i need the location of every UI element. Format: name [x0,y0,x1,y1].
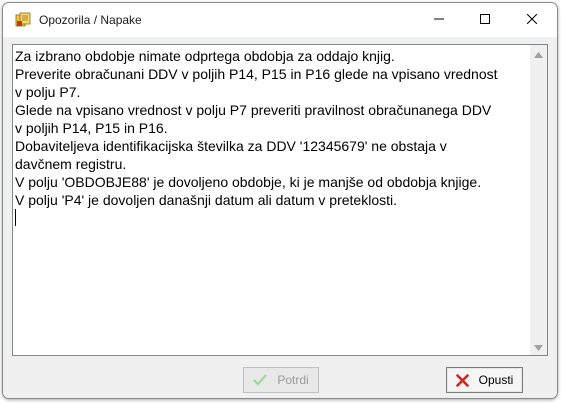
maximize-button[interactable] [462,3,508,37]
vertical-scrollbar[interactable] [530,45,547,355]
cancel-button-label: Opusti [478,373,514,387]
dialog-window: Opozorila / Napake Za izbrano obdobje ni… [2,2,558,399]
confirm-button-label: Potrdi [277,373,309,387]
scroll-up-arrow-icon [534,45,543,63]
title-bar[interactable]: Opozorila / Napake [3,3,557,37]
message-line: Za izbrano obdobje nimate odprtega obdob… [15,48,395,64]
close-button[interactable] [509,3,555,37]
text-caret [15,209,16,226]
message-line: v poljih P14, P15 in P16. [15,120,168,136]
cancel-button[interactable]: Opusti [446,367,523,393]
checkmark-icon [253,374,268,386]
scroll-up-button[interactable] [530,45,547,62]
window-title: Opozorila / Napake [39,13,142,27]
message-line: V polju 'OBDOBJE88' je dovoljeno obdobje… [15,174,482,190]
text-caret-line [15,209,527,227]
message-line: Dobaviteljeva identifikacijska številka … [15,138,447,154]
dialog-content: Za izbrano obdobje nimate odprtega obdob… [3,37,557,398]
minimize-icon [434,11,444,29]
close-icon [526,11,538,29]
app-icon [15,12,31,28]
scroll-down-button[interactable] [530,338,547,355]
message-line: Glede na vpisano vrednost v polju P7 pre… [15,102,492,118]
x-icon [455,373,469,387]
maximize-icon [480,11,490,29]
message-line: V polju 'P4' je dovoljen današnji datum … [15,192,398,208]
message-line: v polju P7. [15,84,81,100]
minimize-button[interactable] [416,3,462,37]
message-text: Za izbrano obdobje nimate odprtega obdob… [15,47,527,227]
scroll-down-arrow-icon [534,338,543,356]
message-line: davčnem registru. [15,156,127,172]
message-line: Preverite obračunani DDV v poljih P14, P… [15,66,498,82]
message-textbox[interactable]: Za izbrano obdobje nimate odprtega obdob… [12,44,548,356]
confirm-button[interactable]: Potrdi [243,367,319,393]
